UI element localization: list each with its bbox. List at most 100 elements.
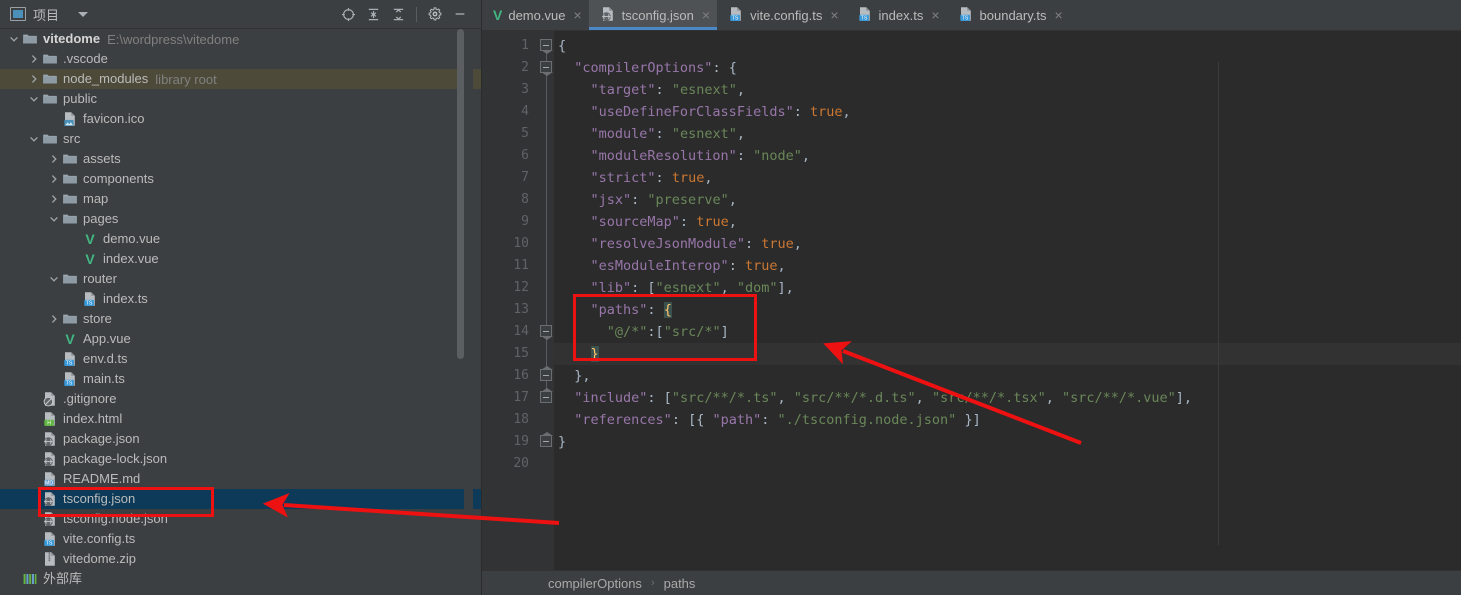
tree-row-readme-md[interactable]: MD README.md [0, 469, 481, 489]
editor-tab-demo-vue[interactable]: Vdemo.vue × [482, 0, 589, 30]
tree-row-label: .vscode [63, 51, 108, 66]
tree-row-router[interactable]: router [0, 269, 481, 289]
tree-row-package-lock-json[interactable]: package-lock.json [0, 449, 481, 469]
editor-fold-strip[interactable] [538, 31, 554, 570]
chevron-down-icon[interactable] [48, 273, 60, 285]
library-icon [22, 571, 38, 587]
vue-file-icon: V [65, 331, 75, 347]
tree-row-main-ts[interactable]: TS main.ts [0, 369, 481, 389]
tree-row--gitignore[interactable]: .gitignore [0, 389, 481, 409]
tree-row-vite-config-ts[interactable]: TS vite.config.ts [0, 529, 481, 549]
code-line[interactable]: } [554, 431, 1461, 453]
tree-row-app-vue[interactable]: V App.vue [0, 329, 481, 349]
editor-tab-boundary-ts[interactable]: TS boundary.ts × [947, 0, 1070, 30]
tree-row-env-d-ts[interactable]: TS env.d.ts [0, 349, 481, 369]
fold-toggle-line15-icon[interactable] [540, 366, 553, 381]
breadcrumb-item[interactable]: compilerOptions [548, 576, 642, 591]
tree-row-store[interactable]: store [0, 309, 481, 329]
code-line[interactable]: } [554, 343, 1461, 365]
code-line[interactable]: { [554, 35, 1461, 57]
chevron-down-icon[interactable] [8, 33, 20, 45]
close-icon[interactable]: × [1055, 8, 1063, 22]
tree-row-tsconfig-json[interactable]: tsconfig.json [0, 489, 481, 509]
code-line[interactable]: "moduleResolution": "node", [554, 145, 1461, 167]
close-icon[interactable]: × [702, 8, 710, 22]
tree-row-vitedome-zip[interactable]: vitedome.zip [0, 549, 481, 569]
code-line[interactable]: "module": "esnext", [554, 123, 1461, 145]
expand-all-icon[interactable] [362, 3, 384, 25]
chevron-down-icon[interactable] [48, 213, 60, 225]
fold-toggle-line2-icon[interactable] [540, 61, 553, 76]
folder-icon [42, 91, 58, 107]
chevron-right-icon[interactable] [48, 173, 60, 185]
tree-row-demo-vue[interactable]: Vdemo.vue [0, 229, 481, 249]
tree-row-map[interactable]: map [0, 189, 481, 209]
editor-tab-tsconfig-json[interactable]: tsconfig.json × [588, 0, 718, 30]
fold-toggle-line13-icon[interactable] [540, 325, 553, 340]
tree-row-public[interactable]: public [0, 89, 481, 109]
line-number: 16 [513, 368, 529, 383]
editor-tab-vite-config-ts[interactable]: TS vite.config.ts × [717, 0, 845, 30]
sidebar-scrollbar-track[interactable] [457, 29, 473, 595]
chevron-right-icon[interactable] [48, 193, 60, 205]
code-token: , [728, 214, 737, 230]
tree-row-index-ts[interactable]: TS index.ts [0, 289, 481, 309]
close-icon[interactable]: × [830, 8, 838, 22]
code-line[interactable]: "useDefineForClassFields": true, [554, 101, 1461, 123]
fold-toggle-line16-icon[interactable] [540, 388, 553, 403]
code-line[interactable]: "jsx": "preserve", [554, 189, 1461, 211]
tree-row-favicon-ico[interactable]: favicon.ico [0, 109, 481, 129]
fold-toggle-line19-icon[interactable] [540, 432, 553, 447]
tree-row-package-json[interactable]: package.json [0, 429, 481, 449]
tree-row-index-html[interactable]: Hindex.html [0, 409, 481, 429]
close-icon[interactable]: × [573, 8, 581, 22]
code-line[interactable]: "include": ["src/**/*.ts", "src/**/*.d.t… [554, 387, 1461, 409]
code-line[interactable]: "paths": { [554, 299, 1461, 321]
tree-row-vitedome[interactable]: vitedome E:\wordpress\vitedome [0, 29, 481, 49]
minimize-icon[interactable] [449, 3, 471, 25]
editor-tab-index-ts[interactable]: TS index.ts × [846, 0, 947, 30]
code-line[interactable]: "esModuleInterop": true, [554, 255, 1461, 277]
gear-icon[interactable] [424, 3, 446, 25]
code-line[interactable]: "resolveJsonModule": true, [554, 233, 1461, 255]
tree-row-node-modules[interactable]: node_modules library root [0, 69, 481, 89]
tree-row-components[interactable]: components [0, 169, 481, 189]
locate-icon[interactable] [337, 3, 359, 25]
code-line[interactable]: }, [554, 365, 1461, 387]
code-line[interactable]: "target": "esnext", [554, 79, 1461, 101]
tree-row--[interactable]: 外部库 [0, 569, 481, 589]
chevron-right-icon[interactable] [28, 73, 40, 85]
code-line[interactable]: "references": [{ "path": "./tsconfig.nod… [554, 409, 1461, 431]
tree-row-assets[interactable]: assets [0, 149, 481, 169]
code-content[interactable]: { "compilerOptions": { "target": "esnext… [554, 31, 1461, 570]
project-file-tree[interactable]: vitedome E:\wordpress\vitedome .vscode node… [0, 29, 481, 595]
chevron-down-icon[interactable] [28, 133, 40, 145]
tree-row-src[interactable]: src [0, 129, 481, 149]
project-title-group[interactable]: 项目 [10, 5, 89, 24]
tree-row-index-vue[interactable]: Vindex.vue [0, 249, 481, 269]
collapse-all-icon[interactable] [387, 3, 409, 25]
code-line[interactable]: "sourceMap": true, [554, 211, 1461, 233]
code-line[interactable]: "lib": ["esnext", "dom"], [554, 277, 1461, 299]
chevron-right-icon[interactable] [28, 53, 40, 65]
chevron-down-icon[interactable] [78, 11, 89, 17]
code-line[interactable]: "strict": true, [554, 167, 1461, 189]
fold-toggle-line1-icon[interactable] [540, 39, 553, 54]
code-line[interactable]: "compilerOptions": { [554, 57, 1461, 79]
tree-row--vscode[interactable]: .vscode [0, 49, 481, 69]
sidebar-scrollbar-thumb[interactable] [457, 29, 464, 359]
close-icon[interactable]: × [931, 8, 939, 22]
tree-row-pages[interactable]: pages [0, 209, 481, 229]
tree-row-tsconfig-node-json[interactable]: tsconfig.node.json [0, 509, 481, 529]
chevron-down-icon[interactable] [28, 93, 40, 105]
chevron-right-icon[interactable] [48, 313, 60, 325]
code-line[interactable]: "@/*":["src/*"] [554, 321, 1461, 343]
chevron-right-icon[interactable] [48, 153, 60, 165]
project-tool-window: 项目 vitedome E:\wordpress\vitedome .vscod… [0, 0, 481, 595]
breadcrumb-item[interactable]: paths [664, 576, 696, 591]
code-line[interactable] [554, 453, 1461, 475]
